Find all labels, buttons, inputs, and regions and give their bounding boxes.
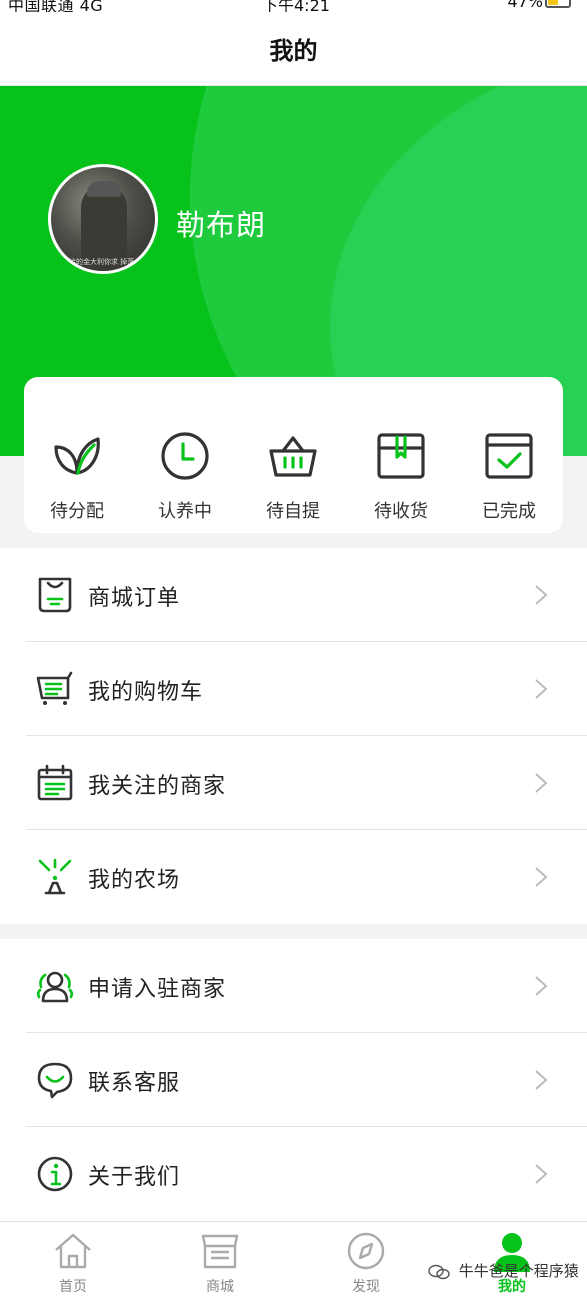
chevron-right-icon — [535, 585, 548, 605]
basket-icon — [269, 436, 317, 477]
menu-item-customer-service[interactable]: 联系客服 — [26, 1033, 587, 1127]
menu-item-my-farm[interactable]: 我的农场 — [26, 830, 587, 924]
menu-item-mall-orders[interactable]: 商城订单 — [26, 548, 587, 642]
tab-mall[interactable]: 商城 — [180, 1230, 260, 1296]
menu-group-primary: 商城订单 我的购物车 我关注的商家 我的农场 — [0, 548, 587, 924]
tab-label: 发现 — [352, 1279, 380, 1295]
menu-item-label: 我的购物车 — [88, 680, 204, 705]
carrier-text: 中国联通 4G — [8, 0, 104, 12]
order-status-adopting[interactable]: 认养中 — [140, 429, 230, 523]
tab-label: 商城 — [206, 1279, 234, 1295]
order-status-label: 待分配 — [50, 501, 104, 522]
clock-icon — [161, 432, 209, 480]
order-status-label: 待收货 — [374, 501, 428, 522]
order-status-card: 待分配 认养中 待自提 待收货 已完成 — [24, 377, 563, 533]
leaf-icon — [54, 437, 100, 475]
status-bar: 中国联通 4G 下午4:21 47% — [0, 0, 587, 12]
username[interactable]: 勒布朗 — [176, 202, 266, 244]
box-icon — [377, 433, 425, 479]
menu-item-label: 申请入驻商家 — [88, 977, 227, 1002]
battery-text: 47% — [507, 0, 543, 11]
store-icon — [201, 1234, 239, 1269]
check-box-icon — [485, 433, 533, 479]
clock-text: 下午4:21 — [262, 0, 330, 12]
info-icon — [37, 1156, 73, 1192]
order-status-pending-assign[interactable]: 待分配 — [32, 429, 122, 523]
nav-bar: 我的 — [0, 12, 587, 86]
chevron-right-icon — [535, 773, 548, 793]
order-status-label: 待自提 — [266, 501, 320, 522]
chevron-right-icon — [535, 1164, 548, 1184]
menu-item-followed-merchants[interactable]: 我关注的商家 — [26, 736, 587, 830]
menu-item-shopping-cart[interactable]: 我的购物车 — [26, 642, 587, 736]
chat-icon — [37, 1062, 73, 1099]
compass-icon — [347, 1232, 385, 1270]
home-icon — [55, 1233, 91, 1269]
sprout-icon — [38, 858, 72, 895]
menu-item-label: 联系客服 — [88, 1071, 181, 1096]
chevron-right-icon — [535, 976, 548, 996]
tab-discover[interactable]: 发现 — [326, 1230, 406, 1296]
menu-item-apply-merchant[interactable]: 申请入驻商家 — [26, 939, 587, 1033]
menu-item-label: 我的农场 — [88, 868, 181, 893]
order-status-pickup[interactable]: 待自提 — [248, 429, 338, 523]
menu-item-label: 我关注的商家 — [88, 774, 227, 799]
watermark: 牛牛爸是个程序猿 — [428, 1260, 579, 1281]
wechat-icon — [428, 1264, 450, 1279]
cart-icon — [36, 671, 73, 705]
avatar[interactable]: 给的金大利你求 掉落 — [48, 164, 158, 274]
chevron-right-icon — [535, 867, 548, 887]
menu-group-secondary: 申请入驻商家 联系客服 关于我们 — [0, 939, 587, 1221]
tab-label: 首页 — [59, 1279, 87, 1295]
chevron-right-icon — [535, 679, 548, 699]
tab-bar: 首页 商城 发现 我的 — [0, 1221, 587, 1297]
battery-icon — [545, 0, 571, 8]
avatar-caption: 给的金大利你求 掉落 — [69, 258, 135, 266]
page-title: 我的 — [269, 37, 318, 65]
menu-item-about-us[interactable]: 关于我们 — [26, 1127, 587, 1221]
chevron-right-icon — [535, 1070, 548, 1090]
menu-item-label: 商城订单 — [88, 586, 181, 611]
order-status-receiving[interactable]: 待收货 — [356, 429, 446, 523]
avatar-cap — [87, 181, 121, 197]
menu-item-label: 关于我们 — [88, 1165, 181, 1190]
watermark-text: 牛牛爸是个程序猿 — [458, 1262, 579, 1280]
calendar-icon — [37, 764, 73, 801]
order-status-label: 已完成 — [482, 501, 536, 522]
users-icon — [36, 971, 74, 1003]
order-status-label: 认养中 — [158, 501, 212, 522]
order-status-completed[interactable]: 已完成 — [464, 429, 554, 523]
tab-home[interactable]: 首页 — [33, 1230, 113, 1296]
bag-icon — [38, 577, 72, 613]
